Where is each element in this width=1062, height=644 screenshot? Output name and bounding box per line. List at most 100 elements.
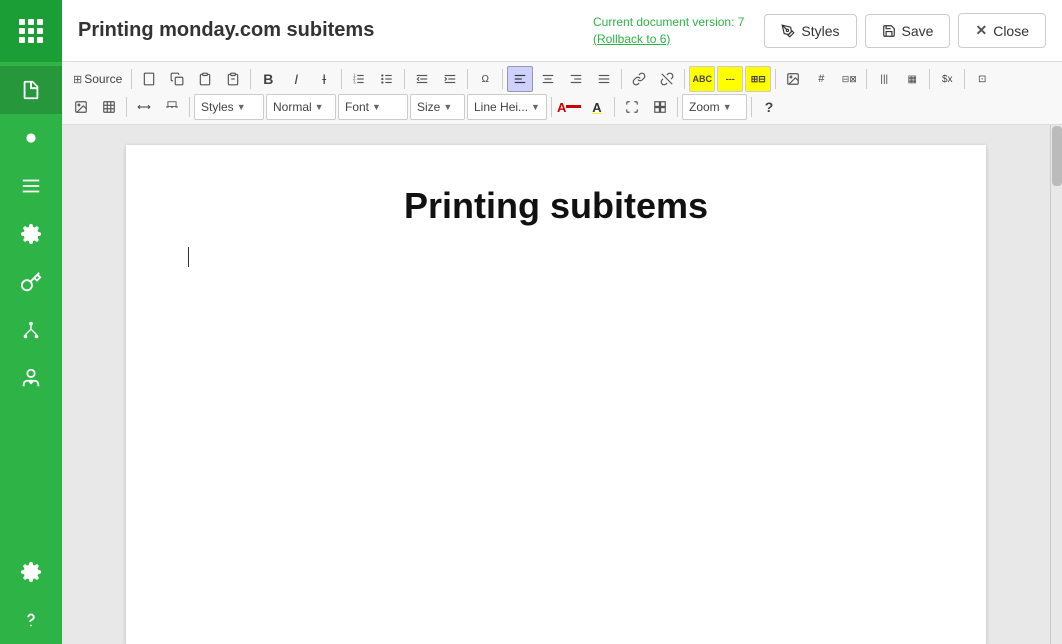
size-dropdown[interactable]: Size ▼ (410, 94, 465, 120)
sidebar-item-settings[interactable] (0, 210, 62, 258)
outdent-icon (415, 72, 429, 86)
maximize-button[interactable] (619, 94, 645, 120)
close-label: Close (993, 23, 1029, 39)
sidebar-item-user-download[interactable] (0, 354, 62, 402)
formula-button[interactable]: $x (934, 66, 960, 92)
image2-button[interactable] (68, 94, 94, 120)
copy-button[interactable] (164, 66, 190, 92)
page-break-button[interactable] (159, 94, 185, 120)
editor-page[interactable]: Printing subitems (126, 145, 986, 644)
scrollbar[interactable] (1050, 125, 1062, 644)
sidebar-item-key[interactable] (0, 258, 62, 306)
outdent-button[interactable] (409, 66, 435, 92)
unordered-list-button[interactable] (374, 66, 400, 92)
template-button[interactable]: ⊡ (969, 66, 995, 92)
page-icon (142, 72, 156, 86)
align-right-button[interactable] (563, 66, 589, 92)
paste-icon (198, 72, 212, 86)
image2-icon (74, 100, 88, 114)
styles-button[interactable]: Styles (764, 14, 856, 48)
editor-wrap[interactable]: Printing subitems (62, 125, 1050, 644)
sidebar-item-brightness[interactable] (0, 114, 62, 162)
toolbar: ⊞ Source B I I 1.2.3. (62, 62, 1062, 125)
sidebar-item-settings-bottom[interactable] (0, 548, 62, 596)
close-button[interactable]: ✕ Close (958, 13, 1046, 48)
ol-icon: 1.2.3. (352, 72, 366, 86)
styles-label: Styles (801, 23, 839, 39)
table-button[interactable] (96, 94, 122, 120)
document-icon (20, 79, 42, 101)
sidebar-item-hierarchy[interactable] (0, 306, 62, 354)
page-title: Printing monday.com subitems (78, 19, 593, 42)
strikethrough-button[interactable]: I (311, 66, 337, 92)
editor-content: Printing subitems (186, 185, 926, 447)
font-color-button[interactable]: A (556, 94, 582, 120)
sidebar-item-list[interactable] (0, 162, 62, 210)
paste-button[interactable] (192, 66, 218, 92)
align-left-button[interactable] (507, 66, 533, 92)
anchor-button[interactable]: # (808, 66, 834, 92)
unlink-button[interactable] (654, 66, 680, 92)
font-value: Font (345, 100, 369, 114)
help-button[interactable]: ? (756, 94, 782, 120)
sidebar-item-help[interactable] (0, 596, 62, 644)
special-3-button[interactable]: ⊞⊟ (745, 66, 771, 92)
separator-r2-2 (189, 97, 190, 117)
hr-button[interactable] (131, 94, 157, 120)
separator-5 (467, 69, 468, 89)
ordered-list-button[interactable]: 1.2.3. (346, 66, 372, 92)
italic-button[interactable]: I (283, 66, 309, 92)
text-cursor (188, 247, 189, 267)
line-height-chevron: ▼ (531, 102, 540, 112)
line-height-dropdown[interactable]: Line Hei... ▼ (467, 94, 547, 120)
link-button[interactable] (626, 66, 652, 92)
zoom-value: Zoom (689, 100, 720, 114)
editor-heading: Printing subitems (186, 185, 926, 227)
align-center-button[interactable] (535, 66, 561, 92)
separator-r2-4 (614, 97, 615, 117)
size-chevron: ▼ (443, 102, 452, 112)
save-button[interactable]: Save (865, 14, 951, 48)
hr-icon (137, 100, 151, 114)
qrcode-button[interactable]: ▦ (899, 66, 925, 92)
blocks-button[interactable] (647, 94, 673, 120)
line-height-value: Line Hei... (474, 100, 528, 114)
sidebar (0, 0, 62, 644)
editor-cursor-area[interactable] (186, 247, 926, 447)
indent-icon (443, 72, 457, 86)
justify-icon (597, 72, 611, 86)
gear-icon (20, 223, 42, 245)
bold-button[interactable]: B (255, 66, 281, 92)
special-1-button[interactable]: ABC (689, 66, 715, 92)
separator-r2-6 (751, 97, 752, 117)
highlight-button[interactable]: A (584, 94, 610, 120)
image-icon (786, 72, 800, 86)
paste-text-icon (226, 72, 240, 86)
justify-button[interactable] (591, 66, 617, 92)
font-dropdown[interactable]: Font ▼ (338, 94, 408, 120)
scrollbar-thumb[interactable] (1052, 126, 1062, 186)
special-2-button[interactable]: --- (717, 66, 743, 92)
version-info: Current document version: 7 (Rollback to… (593, 14, 744, 48)
separator-2 (250, 69, 251, 89)
special-chars-button[interactable]: Ω (472, 66, 498, 92)
logo-icon (15, 15, 47, 47)
sidebar-item-document[interactable] (0, 66, 62, 114)
zoom-dropdown[interactable]: Zoom ▼ (682, 94, 747, 120)
styles-chevron: ▼ (237, 102, 246, 112)
topbar: Printing monday.com subitems Current doc… (62, 0, 1062, 62)
paste-text-button[interactable] (220, 66, 246, 92)
barcode-button[interactable]: ||| (871, 66, 897, 92)
format-dropdown[interactable]: Normal ▼ (266, 94, 336, 120)
page-view-button[interactable] (136, 66, 162, 92)
table-insert-button[interactable]: ⊟⊠ (836, 66, 862, 92)
format-value: Normal (273, 100, 312, 114)
separator-4 (404, 69, 405, 89)
styles-dropdown[interactable]: Styles ▼ (194, 94, 264, 120)
indent-button[interactable] (437, 66, 463, 92)
rollback-link[interactable]: (Rollback to 6) (593, 32, 670, 46)
source-button[interactable]: ⊞ Source (68, 66, 127, 92)
image-button[interactable] (780, 66, 806, 92)
version-line1: Current document version: 7 (593, 14, 744, 31)
app-logo (0, 0, 62, 62)
